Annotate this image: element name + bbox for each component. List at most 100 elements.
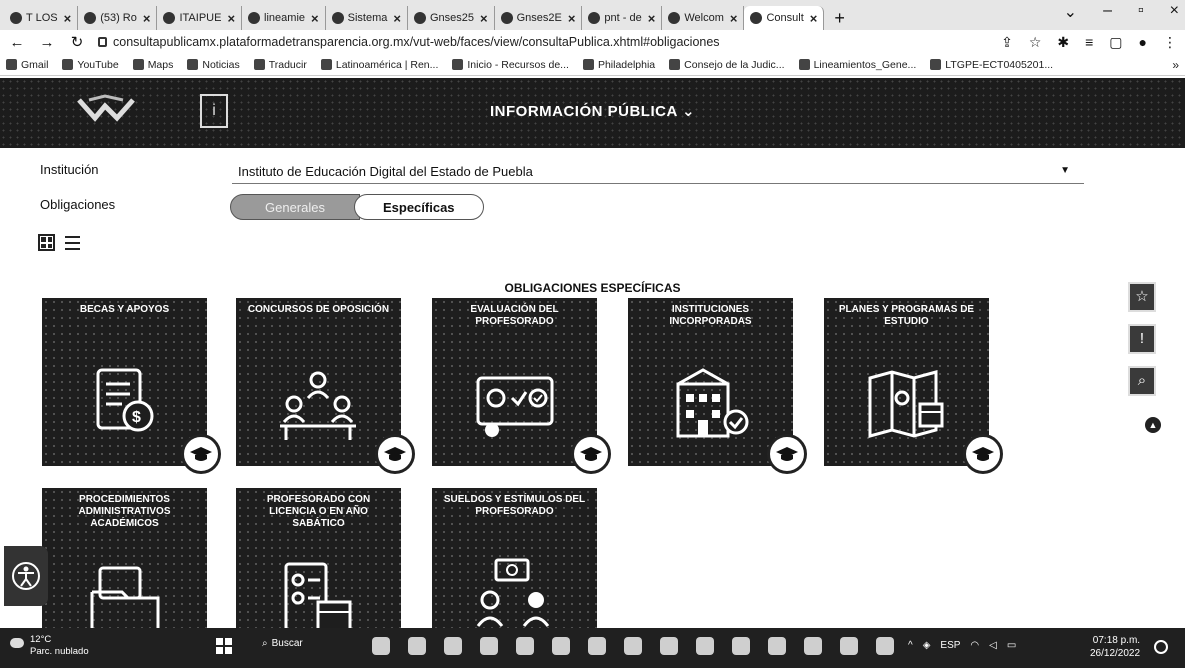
browser-tab[interactable]: T LOS × bbox=[4, 6, 79, 30]
browser-tab[interactable]: Gnses2E × bbox=[495, 6, 583, 30]
accessibility-button[interactable] bbox=[4, 546, 48, 606]
page-title[interactable]: INFORMACIÓN PÚBLICA ⌄ bbox=[0, 102, 1185, 120]
close-icon[interactable]: × bbox=[810, 11, 818, 26]
browser-tab[interactable]: ITAIPUE × bbox=[157, 6, 243, 30]
generales-button[interactable]: Generales bbox=[230, 194, 360, 220]
maximize-icon[interactable]: ▫ bbox=[1138, 2, 1144, 22]
word-icon[interactable] bbox=[804, 637, 822, 655]
browser-tab[interactable]: (53) Ro × bbox=[78, 6, 158, 30]
browser-tab[interactable]: Welcom × bbox=[662, 6, 745, 30]
alert-info-button[interactable]: ! bbox=[1128, 324, 1156, 354]
close-icon[interactable]: × bbox=[730, 11, 738, 26]
chat-icon[interactable] bbox=[408, 637, 426, 655]
card-becas-y-apoyos[interactable]: BECAS Y APOYOS $ bbox=[42, 298, 221, 474]
institution-select[interactable]: Instituto de Educación Digital del Estad… bbox=[232, 160, 1084, 184]
close-icon[interactable]: × bbox=[568, 11, 576, 26]
minimize-icon[interactable]: – bbox=[1103, 2, 1112, 22]
grid-view-icon[interactable] bbox=[38, 234, 55, 251]
excel-icon[interactable] bbox=[840, 637, 858, 655]
close-icon[interactable]: × bbox=[393, 11, 401, 26]
bookmark-label: Inicio - Recursos de... bbox=[467, 58, 569, 71]
forward-icon[interactable]: → bbox=[38, 34, 56, 51]
bookmark-item[interactable]: Inicio - Recursos de... bbox=[452, 59, 569, 71]
tab-search-icon[interactable]: ⌄ bbox=[1064, 2, 1077, 22]
taskbar-search[interactable]: ⌕ Buscar bbox=[262, 638, 303, 649]
bookmark-item[interactable]: Consejo de la Judic... bbox=[669, 59, 785, 71]
card-evaluacion-del-profesorado[interactable]: EVALUACIÓN DEL PROFESORADO bbox=[432, 298, 611, 474]
weather-widget[interactable]: 12°C Parc. nublado bbox=[30, 634, 89, 658]
taskbar-clock[interactable]: 07:18 p.m. 26/12/2022 bbox=[1090, 634, 1140, 660]
close-icon[interactable]: × bbox=[648, 11, 656, 26]
tray-overflow-icon[interactable]: ^ bbox=[908, 640, 913, 651]
browser-tab[interactable]: lineamie × bbox=[242, 6, 326, 30]
bookmark-item[interactable]: LTGPE-ECT0405201... bbox=[930, 59, 1053, 71]
bookmark-item[interactable]: Lineamientos_Gene... bbox=[798, 59, 916, 71]
reload-icon[interactable]: ↻ bbox=[68, 33, 86, 51]
bookmarks-more-button[interactable]: » bbox=[1172, 58, 1179, 72]
app-icon[interactable] bbox=[696, 637, 714, 655]
language-indicator[interactable]: ESP bbox=[940, 640, 960, 651]
app-icon[interactable] bbox=[552, 637, 570, 655]
close-icon[interactable]: × bbox=[143, 11, 151, 26]
browser-tab-active[interactable]: Consult × bbox=[744, 6, 825, 30]
tray-app-icon[interactable]: ◈ bbox=[923, 640, 931, 651]
bookmark-item[interactable]: Traducir bbox=[253, 59, 307, 71]
card-planes-y-programas[interactable]: PLANES Y PROGRAMAS DE ESTUDIO bbox=[824, 298, 1003, 474]
edge-icon[interactable] bbox=[444, 637, 462, 655]
close-icon[interactable]: × bbox=[227, 11, 235, 26]
gmail-icon bbox=[6, 59, 17, 70]
new-tab-button[interactable]: + bbox=[824, 6, 855, 30]
bookmark-item[interactable]: Philadelphia bbox=[582, 59, 655, 71]
battery-icon[interactable]: ▭ bbox=[1007, 640, 1016, 651]
back-icon[interactable]: ← bbox=[8, 34, 26, 51]
card-instituciones-incorporadas[interactable]: INSTITUCIONES INCORPORADAS bbox=[628, 298, 807, 474]
sidebar-icon[interactable]: ▢ bbox=[1109, 34, 1122, 51]
profile-icon[interactable]: ● bbox=[1139, 34, 1147, 51]
share-icon[interactable]: ⇪ bbox=[1001, 34, 1013, 51]
app-icon[interactable] bbox=[624, 637, 642, 655]
bookmark-item[interactable]: YouTube bbox=[62, 58, 119, 71]
close-icon[interactable]: × bbox=[480, 11, 488, 26]
browser-tab[interactable]: Sistema × bbox=[326, 6, 408, 30]
tab-label: lineamie bbox=[264, 12, 306, 24]
store-icon[interactable] bbox=[516, 637, 534, 655]
list-view-icon[interactable] bbox=[65, 235, 80, 250]
card-concursos-de-oposicion[interactable]: CONCURSOS DE OPOSICIÓN bbox=[236, 298, 415, 474]
bookmark-item[interactable]: Gmail bbox=[6, 59, 48, 71]
close-icon[interactable]: × bbox=[311, 11, 319, 26]
task-view-icon[interactable] bbox=[372, 637, 390, 655]
card-procedimientos-administrativos[interactable]: PROCEDIMIENTOS ADMINISTRATIVOS ACADÉMICO… bbox=[42, 488, 207, 638]
taskbar-search-label: Buscar bbox=[271, 638, 303, 649]
tab-favicon-icon bbox=[413, 12, 426, 24]
browser-tab[interactable]: pnt - de × bbox=[582, 6, 663, 30]
bookmark-item[interactable]: Maps bbox=[132, 59, 173, 71]
close-window-icon[interactable]: × bbox=[1170, 2, 1179, 22]
mail-icon[interactable] bbox=[588, 637, 606, 655]
bookmark-item[interactable]: Noticias bbox=[187, 59, 240, 71]
app-icon[interactable] bbox=[876, 637, 894, 655]
bookmark-star-icon[interactable]: ☆ bbox=[1029, 34, 1042, 51]
favorites-star-button[interactable]: ☆ bbox=[1128, 282, 1156, 312]
teams-icon[interactable] bbox=[768, 637, 786, 655]
card-profesorado-con-licencia[interactable]: PROFESORADO CON LICENCIA O EN AÑO SABÁTI… bbox=[236, 488, 401, 636]
url-field[interactable]: consultapublicamx.plataformadetransparen… bbox=[98, 35, 989, 49]
bookmark-label: YouTube bbox=[77, 58, 119, 71]
notifications-icon[interactable] bbox=[1154, 640, 1168, 654]
browser-tab[interactable]: Gnses25 × bbox=[408, 6, 495, 30]
card-sueldos-y-estimulos[interactable]: SUELDOS Y ESTÍMULOS DEL PROFESORADO bbox=[432, 488, 597, 628]
especificas-button[interactable]: Específicas bbox=[353, 194, 484, 220]
search-magnifier-button[interactable]: ⌕ bbox=[1128, 366, 1156, 396]
scroll-top-icon[interactable]: ▲ bbox=[1145, 417, 1161, 433]
extensions-icon[interactable]: ✱ bbox=[1057, 34, 1069, 51]
close-icon[interactable]: × bbox=[64, 11, 72, 26]
menu-icon[interactable]: ⋮ bbox=[1163, 34, 1177, 51]
wifi-icon[interactable]: ◠ bbox=[970, 640, 979, 651]
reading-list-icon[interactable]: ≡ bbox=[1085, 34, 1093, 51]
windows-start-icon[interactable] bbox=[216, 638, 232, 654]
bookmark-item[interactable]: Latinoamérica | Ren... bbox=[320, 59, 438, 71]
chrome-icon[interactable] bbox=[660, 637, 678, 655]
candidates-contest-icon bbox=[280, 371, 356, 440]
file-explorer-icon[interactable] bbox=[480, 637, 498, 655]
outlook-icon[interactable] bbox=[732, 637, 750, 655]
volume-icon[interactable]: ◁ bbox=[989, 640, 997, 651]
